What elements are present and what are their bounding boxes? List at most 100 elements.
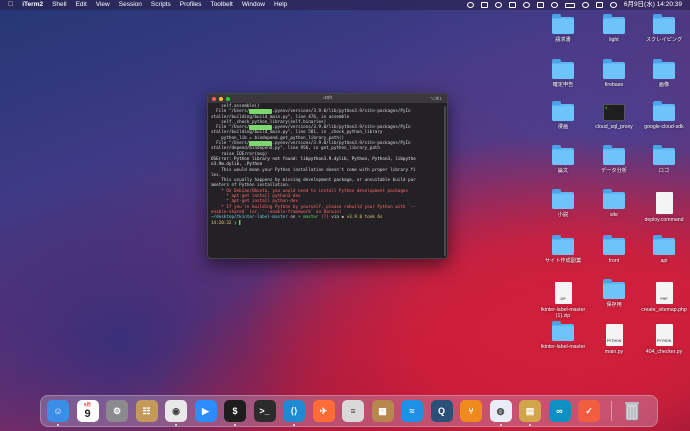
apple-menu-icon[interactable]:  — [8, 0, 13, 10]
desktop-item-label: ロゴ — [658, 168, 670, 174]
desktop-item-cloud-sql-proxy[interactable]: $ _ cloud_sql_proxy — [589, 104, 639, 130]
prompt-branch: master — [300, 215, 319, 221]
desktop-item-front[interactable]: front — [589, 235, 639, 264]
desktop-item-label: 保存用 — [606, 302, 622, 308]
face-icon[interactable] — [522, 2, 530, 8]
menu-session[interactable]: Session — [119, 0, 142, 10]
desktop-item-item-3[interactable]: 確定申告 — [538, 59, 588, 88]
desktop-item-label: 漫画 — [557, 124, 569, 130]
dock-contacts-icon[interactable]: ☷ — [135, 400, 158, 422]
menu-view[interactable]: View — [96, 0, 110, 10]
trash-icon[interactable] — [621, 400, 643, 422]
desktop-item-tkinter-label-master[interactable]: tkinter-label-master — [538, 321, 588, 350]
terminal-shortcut: ⌥⌘1 — [429, 96, 442, 101]
battery-icon[interactable] — [564, 2, 575, 8]
terminal-line: This would mean your Python installation… — [211, 167, 416, 173]
desktop-item-item-19[interactable]: 保存用 — [589, 279, 639, 308]
desktop-item-item-5[interactable]: 画像 — [639, 59, 689, 88]
dock-running-indicator — [529, 424, 531, 426]
terminal-window[interactable]: -zsh ⌥⌘1 self.assemble() File "/Users/xx… — [207, 93, 448, 259]
dock-gitkraken-icon[interactable]: ◍ — [489, 400, 512, 422]
desktop-item-label: 画像 — [658, 82, 670, 88]
desktop-item-label: 確定申告 — [552, 82, 574, 88]
folder-icon — [653, 101, 675, 121]
dock-sourcetree-icon[interactable]: ⑂ — [460, 400, 482, 422]
desktop-item-item-6[interactable]: 漫画 — [538, 101, 588, 130]
menu-shell[interactable]: Shell — [52, 0, 66, 10]
screen-icon[interactable] — [480, 2, 488, 8]
folder-icon — [653, 59, 675, 79]
photo-icon[interactable] — [494, 2, 502, 8]
desktop-item-api[interactable]: api — [639, 235, 689, 264]
dock-finder-icon[interactable]: ☺ — [47, 400, 69, 422]
dock-docker-icon[interactable]: ≈ — [401, 400, 423, 422]
desktop-item-item-10[interactable]: データ分析 — [589, 145, 639, 174]
folder-icon — [653, 145, 675, 165]
dock-zoom-icon[interactable]: ▶ — [194, 400, 217, 422]
menubar-clock[interactable]: 6月9日(水) 14:20:39 — [624, 0, 682, 10]
desktop-item-deploy-command[interactable]: deploy.command — [639, 192, 689, 223]
dock-preview-icon[interactable]: ▤ — [519, 400, 541, 422]
document-icon: PYTHON — [655, 324, 673, 346]
file-type-tag: PYTHON — [606, 339, 622, 343]
dock-terminal-icon[interactable]: >_ — [253, 400, 276, 422]
dock-sequel-pro-icon[interactable]: ≡ — [342, 400, 364, 422]
desktop-item-label: 論文 — [557, 168, 569, 174]
dock-chrome-icon[interactable]: ◉ — [165, 400, 187, 422]
desktop-item-google-cloud-sdk[interactable]: google-cloud-sdk — [639, 101, 689, 130]
dock-archive-utility-icon[interactable]: ▦ — [371, 400, 394, 422]
dock-calendar-icon[interactable]: 6月 9 — [76, 400, 99, 422]
file-type-tag: ZIP — [560, 297, 566, 301]
menu-app-name[interactable]: iTerm2 — [22, 0, 43, 10]
terminal-titlebar[interactable]: -zsh ⌥⌘1 — [208, 94, 447, 103]
dock-reminders-icon[interactable]: ✓ — [578, 400, 600, 422]
desktop-item-site[interactable]: site — [589, 189, 639, 218]
dock-vscode-icon[interactable]: ⟨⟩ — [283, 400, 305, 422]
desktop-item-label: deploy.command — [644, 217, 684, 223]
document-icon — [655, 192, 673, 214]
menu-toolbelt[interactable]: Toolbelt — [210, 0, 232, 10]
dock-postman-icon[interactable]: ✈ — [312, 400, 335, 422]
desktop-item-light[interactable]: light — [589, 14, 639, 43]
desktop-item-firebase[interactable]: firebase — [589, 59, 639, 88]
dock-arduino-icon[interactable]: ∞ — [548, 400, 571, 422]
folder-icon — [603, 14, 625, 34]
desktop-item-item-12[interactable]: 小説 — [538, 189, 588, 218]
desktop-item-main-py[interactable]: PYTHON main.py — [589, 324, 639, 355]
executable-icon: $ _ — [603, 104, 625, 121]
menu-help[interactable]: Help — [274, 0, 287, 10]
terminal-prompt-line[interactable]: 14:20:32 ❯ ▌ — [211, 221, 444, 226]
dock-running-indicator — [499, 424, 502, 426]
menu-scripts[interactable]: Scripts — [151, 0, 171, 10]
menu-window[interactable]: Window — [242, 0, 265, 10]
close-button[interactable] — [212, 96, 216, 101]
terminal-scrollbar[interactable] — [444, 106, 446, 256]
cloud-status-icon[interactable] — [466, 2, 474, 8]
bluetooth-icon[interactable] — [536, 2, 544, 8]
search-icon[interactable] — [581, 2, 589, 8]
desktop-item-item-11[interactable]: ロゴ — [639, 145, 689, 174]
desktop-item-label: site — [609, 212, 619, 218]
desktop-item-label: 404_checker.py — [645, 349, 683, 355]
dock-quicktime-icon[interactable]: Q — [430, 400, 453, 422]
folder-icon — [603, 145, 625, 165]
dock-running-indicator — [234, 424, 236, 426]
p-icon[interactable] — [508, 2, 516, 8]
desktop-item-item-15[interactable]: サイト作成副業 — [538, 235, 588, 264]
terminal-output[interactable]: self.assemble() File "/Users/xxxxxxxxx.p… — [208, 103, 447, 258]
zoom-button[interactable] — [226, 96, 230, 101]
desktop-item-item-0[interactable]: 請求書 — [538, 14, 588, 43]
wifi-icon[interactable] — [550, 2, 558, 8]
desktop-item-404-checker-py[interactable]: PYTHON 404_checker.py — [639, 324, 689, 355]
menu-profiles[interactable]: Profiles — [180, 0, 202, 10]
desktop-item-tkinter-label-master-1-zip[interactable]: ZIP tkinter-label-master (1).zip — [538, 282, 588, 319]
desktop-item-item-9[interactable]: 論文 — [538, 145, 588, 174]
dock-iterm-icon[interactable]: $ — [224, 400, 246, 422]
desktop-item-create-sitemap-php[interactable]: PHP create_sitemap.php — [639, 282, 689, 313]
menu-edit[interactable]: Edit — [76, 0, 87, 10]
dock-system-preferences-icon[interactable]: ⚙ — [106, 400, 128, 422]
minimize-button[interactable] — [219, 96, 223, 101]
desktop-item-item-2[interactable]: スクレイピング — [639, 14, 689, 43]
siri-icon[interactable] — [609, 2, 617, 8]
control-center-icon[interactable] — [595, 2, 603, 8]
